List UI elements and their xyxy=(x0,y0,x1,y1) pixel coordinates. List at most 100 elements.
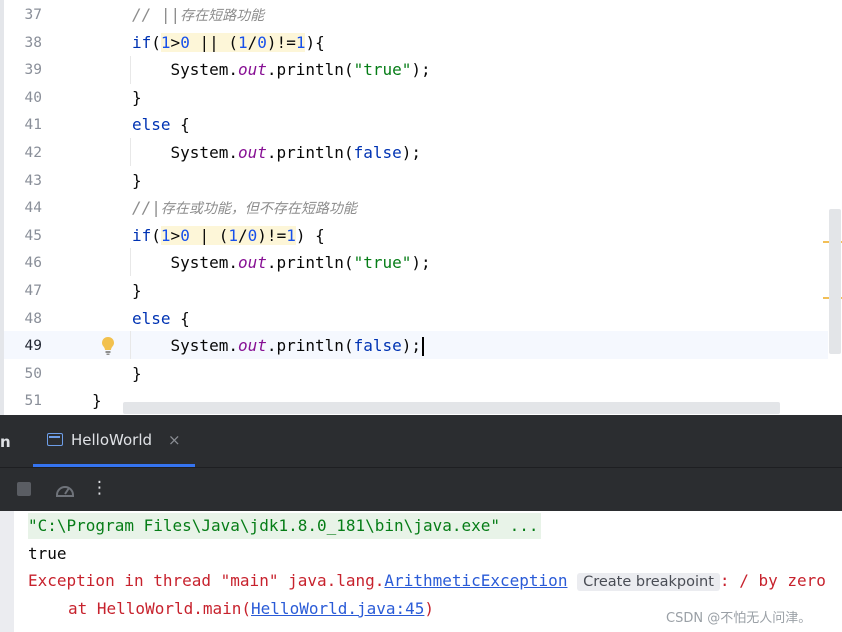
code-token: 1 xyxy=(228,226,239,245)
code-token: 0 xyxy=(180,226,190,245)
code-token: } xyxy=(132,171,142,190)
code-token: System. xyxy=(132,336,238,355)
code-token: } xyxy=(132,88,142,107)
horizontal-scrollbar[interactable] xyxy=(123,402,780,414)
code-token: > xyxy=(170,33,181,52)
code-token: "true" xyxy=(353,253,412,272)
code-token: false xyxy=(353,336,402,355)
code-token: ){ xyxy=(305,33,325,52)
code-token: 0 xyxy=(257,33,267,52)
line-number[interactable]: 41 xyxy=(4,111,42,139)
code-token: ( xyxy=(151,226,161,245)
code-line[interactable]: } xyxy=(132,84,142,112)
code-line[interactable]: } xyxy=(132,167,142,195)
code-token: 1 xyxy=(286,226,296,245)
vertical-scrollbar[interactable] xyxy=(829,209,841,354)
code-line[interactable]: System.out.println("true"); xyxy=(132,249,431,277)
line-number[interactable]: 44 xyxy=(4,194,42,222)
line-number[interactable]: 47 xyxy=(4,277,42,305)
stacktrace-source-link[interactable]: HelloWorld.java:45 xyxy=(251,599,424,618)
line-number[interactable]: 46 xyxy=(4,249,42,277)
tab-label: HelloWorld xyxy=(71,431,153,449)
code-token: ( xyxy=(228,33,238,52)
code-token: 0 xyxy=(247,226,258,245)
stacktrace-prefix: at HelloWorld.main( xyxy=(68,599,252,618)
console-command-line[interactable]: "C:\Program Files\Java\jdk1.8.0_181\bin\… xyxy=(28,513,541,539)
console-icon xyxy=(47,433,63,446)
code-line[interactable]: if(1>0 || (1/0)!=1){ xyxy=(132,29,325,57)
watermark: CSDN @不怕无人问津。 xyxy=(666,611,812,626)
stacktrace-suffix: ) xyxy=(424,599,435,618)
code-token: // || xyxy=(132,5,181,24)
code-token: 0 xyxy=(180,33,190,52)
indent-guide xyxy=(130,331,131,359)
line-number[interactable]: 39 xyxy=(4,56,42,84)
stop-icon[interactable] xyxy=(17,482,31,496)
code-token: ( xyxy=(151,33,161,52)
code-token: )!= xyxy=(257,226,287,245)
code-line[interactable]: } xyxy=(132,277,142,305)
code-line[interactable]: System.out.println("true"); xyxy=(132,56,431,84)
code-token: } xyxy=(132,364,142,383)
console-stacktrace-line: at HelloWorld.main(HelloWorld.java:45) xyxy=(68,596,434,622)
run-toolbar xyxy=(0,467,842,512)
line-number[interactable]: 45 xyxy=(4,222,42,250)
code-line[interactable]: // ||存在短路功能 xyxy=(132,1,264,29)
code-line[interactable]: } xyxy=(92,387,102,415)
console-output-line: true xyxy=(28,544,67,563)
profiler-icon[interactable] xyxy=(54,479,76,499)
text-caret xyxy=(422,337,425,356)
code-token: { xyxy=(170,309,190,328)
line-number[interactable]: 42 xyxy=(4,139,42,167)
code-line[interactable]: else { xyxy=(132,111,190,139)
code-token: System. xyxy=(132,60,238,79)
code-token: ); xyxy=(411,60,431,79)
code-token: "true" xyxy=(353,60,412,79)
code-token: out xyxy=(237,336,267,355)
code-token: { xyxy=(170,115,190,134)
line-number[interactable]: 50 xyxy=(4,360,42,388)
code-token: 存在短路功能 xyxy=(180,8,265,24)
code-token: out xyxy=(237,143,267,162)
indent-guide xyxy=(130,56,131,84)
code-token: //| xyxy=(132,198,161,217)
create-breakpoint-button[interactable]: Create breakpoint xyxy=(577,573,720,591)
code-line[interactable]: System.out.println(false); xyxy=(132,332,425,360)
line-number[interactable]: 43 xyxy=(4,167,42,195)
code-token: 1 xyxy=(160,33,171,52)
code-line[interactable]: //|存在或功能，但不存在短路功能 xyxy=(132,194,357,222)
line-number[interactable]: 48 xyxy=(4,305,42,333)
code-line[interactable]: else { xyxy=(132,305,190,333)
code-token: out xyxy=(237,253,267,272)
code-editor[interactable]: 37 38 39 40 41 42 43 44 45 46 47 48 49 50 51 // ||存在短路… xyxy=(0,0,842,415)
code-token: ); xyxy=(401,143,422,162)
exception-prefix: Exception in thread "main" java.lang. xyxy=(28,571,385,590)
code-token: 存在或功能，但不存在短路功能 xyxy=(160,201,357,217)
code-token: 1 xyxy=(238,33,248,52)
console-left-strip xyxy=(0,511,14,632)
close-icon[interactable]: × xyxy=(168,431,181,449)
code-line[interactable]: } xyxy=(132,360,142,388)
code-token: ) { xyxy=(295,226,325,245)
line-number[interactable]: 49 xyxy=(4,332,42,360)
code-line[interactable]: System.out.println(false); xyxy=(132,139,421,167)
code-line[interactable]: if(1>0 | (1/0)!=1) { xyxy=(132,222,325,250)
code-token: )!= xyxy=(266,33,296,52)
more-options-icon[interactable]: ⋮ xyxy=(91,478,108,498)
run-window-label: n xyxy=(0,433,11,451)
code-token: ); xyxy=(401,336,422,355)
line-number[interactable]: 38 xyxy=(4,29,42,57)
code-token: .println( xyxy=(266,143,354,162)
code-token: | xyxy=(189,226,219,245)
line-number[interactable]: 40 xyxy=(4,84,42,112)
lightbulb-icon[interactable] xyxy=(100,336,116,356)
exception-class-link[interactable]: ArithmeticException xyxy=(384,571,567,590)
line-number[interactable]: 51 xyxy=(4,387,42,415)
line-number-gutter[interactable]: 37 38 39 40 41 42 43 44 45 46 47 48 49 50 51 xyxy=(4,0,54,415)
code-token: / xyxy=(238,226,248,245)
code-token: System. xyxy=(132,253,238,272)
line-number[interactable]: 37 xyxy=(4,1,42,29)
code-token: .println( xyxy=(266,60,354,79)
code-token: else xyxy=(132,309,171,328)
code-token: .println( xyxy=(266,336,354,355)
